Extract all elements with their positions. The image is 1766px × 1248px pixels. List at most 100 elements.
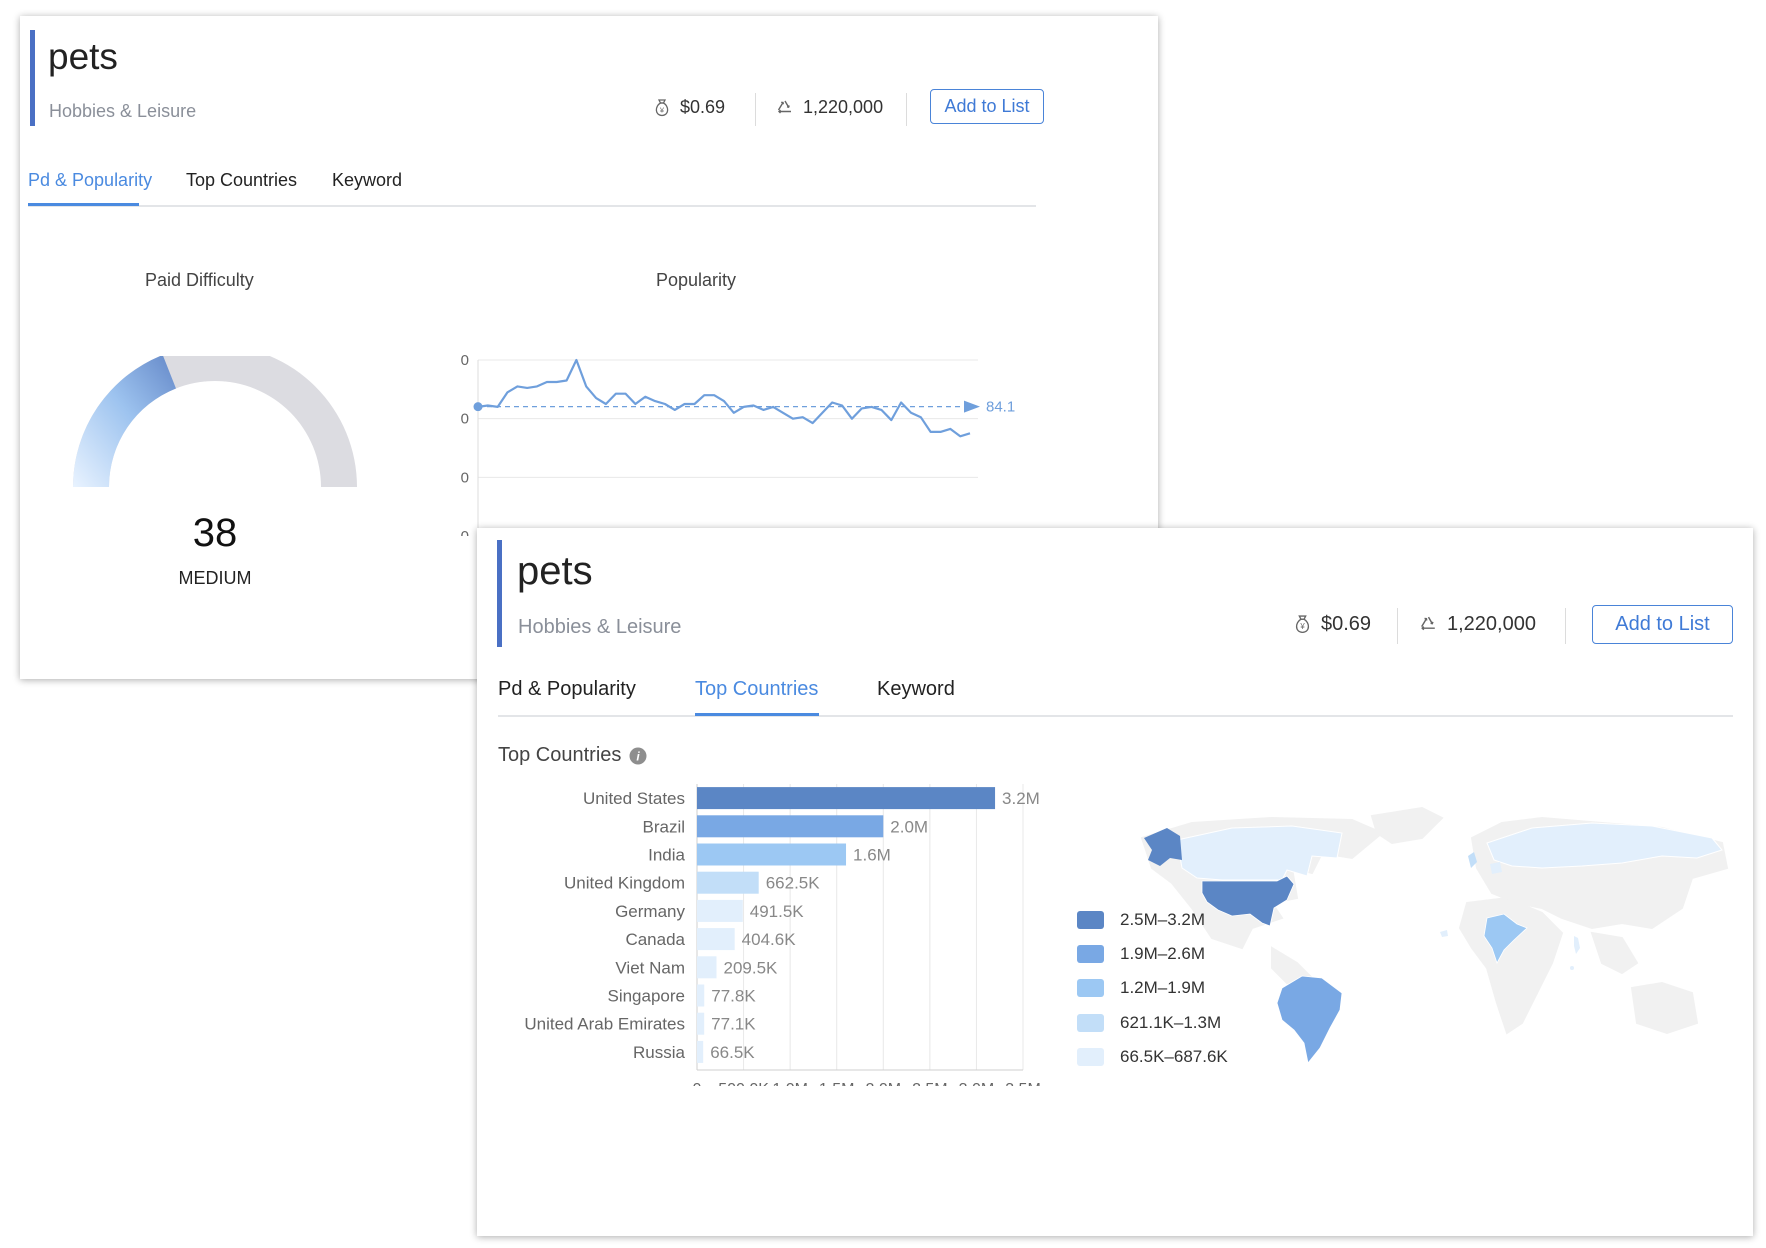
category-label: Viet Nam <box>615 958 685 977</box>
x-tick-label: 1.0M <box>772 1081 808 1086</box>
bar-value-label: 77.8K <box>711 987 756 1006</box>
bar-value-label: 491.5K <box>750 902 805 921</box>
map-landmass <box>1630 981 1699 1035</box>
bar <box>697 787 996 810</box>
bar-value-label: 2.0M <box>890 817 928 836</box>
title-accent-bar <box>497 540 502 647</box>
category-label: United Kingdom <box>564 874 685 893</box>
popularity-line-chart: 100 80 60 40 84.1 <box>460 352 1015 536</box>
volume-value: 1,220,000 <box>803 97 884 117</box>
category-label: Singapore <box>607 987 685 1006</box>
difficulty-level: MEDIUM <box>178 568 252 588</box>
bar <box>697 956 717 979</box>
map-country-brazil <box>1276 975 1343 1064</box>
bar <box>697 815 884 838</box>
tab-keyword[interactable]: Keyword <box>877 678 955 701</box>
keyword-card-top-countries: pets Hobbies & Leisure ¥ $0.69 1,220,000… <box>477 528 1753 1236</box>
map-legend: 2.5M–3.2M 1.9M–2.6M 1.2M–1.9M 621.1K–1.3M 66… <box>1077 903 1228 1074</box>
cpc-stat: ¥ $0.69 <box>1292 613 1371 636</box>
add-to-list-button[interactable]: Add to List <box>930 89 1044 124</box>
legend-label: 1.9M–2.6M <box>1120 944 1206 964</box>
legend-swatch <box>1077 945 1104 964</box>
bar <box>697 1012 705 1035</box>
volume-stat: 1,220,000 <box>1418 613 1536 636</box>
money-bag-icon: ¥ <box>1295 615 1310 634</box>
average-label: 84.1 <box>986 399 1015 416</box>
active-tab-indicator <box>28 203 139 206</box>
keyword-title: pets <box>517 549 593 593</box>
legend-item: 2.5M–3.2M <box>1077 903 1228 937</box>
active-tab-indicator <box>695 713 819 716</box>
legend-swatch <box>1077 979 1104 998</box>
volume-stat: 1,220,000 <box>775 97 883 118</box>
legend-label: 1.2M–1.9M <box>1120 978 1206 998</box>
tab-bar-divider <box>28 205 1036 207</box>
difficulty-score: 38 <box>192 511 238 555</box>
bar <box>697 899 743 922</box>
map-country-germany <box>1490 862 1502 874</box>
keyword-title: pets <box>48 36 118 77</box>
x-tick-label: 2.0M <box>865 1081 901 1086</box>
svg-text:¥: ¥ <box>1300 622 1305 631</box>
y-tick-label: 40 <box>460 528 469 536</box>
map-country-united-arab-emirates <box>1440 930 1448 937</box>
tab-pd-popularity[interactable]: Pd & Popularity <box>498 678 636 701</box>
stat-divider <box>1397 608 1398 644</box>
legend-item: 1.2M–1.9M <box>1077 971 1228 1005</box>
info-icon[interactable]: i <box>629 747 647 765</box>
map-landmass <box>1370 806 1444 845</box>
bar-value-label: 1.6M <box>853 846 891 865</box>
legend-item: 66.5K–687.6K <box>1077 1040 1228 1074</box>
y-tick-label: 80 <box>460 411 469 428</box>
volume-value: 1,220,000 <box>1447 613 1536 635</box>
x-tick-label: 3.5M <box>1005 1081 1041 1086</box>
tab-top-countries[interactable]: Top Countries <box>186 170 297 191</box>
legend-swatch <box>1077 911 1104 930</box>
top-countries-bar-chart: 0 500.0K1.0M 1.5M 2.0M 2.5M 3.0M 3.5M United St… <box>524 784 1041 1086</box>
keyword-category: Hobbies & Leisure <box>49 101 197 121</box>
x-tick-label: 0 <box>693 1081 702 1086</box>
tab-pd-popularity[interactable]: Pd & Popularity <box>28 170 152 191</box>
x-tick-label: 500.0K <box>718 1081 769 1086</box>
stat-divider <box>1565 608 1566 644</box>
y-tick-label: 100 <box>460 352 469 369</box>
popularity-line <box>477 358 971 438</box>
category-label: Germany <box>615 902 685 921</box>
bar-value-label: 662.5K <box>766 874 821 893</box>
category-label: Russia <box>633 1043 686 1062</box>
category-label: Brazil <box>642 817 685 836</box>
category-label: United Arab Emirates <box>524 1015 685 1034</box>
legend-label: 2.5M–3.2M <box>1120 910 1206 930</box>
stat-divider <box>906 93 907 126</box>
recycle-icon <box>777 100 791 113</box>
x-tick-label: 2.5M <box>912 1081 948 1086</box>
map-landmass <box>1458 896 1564 1035</box>
tab-keyword[interactable]: Keyword <box>332 170 402 191</box>
bar-value-label: 77.1K <box>711 1015 756 1034</box>
legend-item: 621.1K–1.3M <box>1077 1006 1228 1040</box>
title-accent-bar <box>30 30 35 126</box>
map-country-viet-nam <box>1574 936 1580 954</box>
bar <box>697 984 705 1007</box>
y-tick-label: 60 <box>460 469 469 486</box>
tab-bar-divider <box>498 715 1733 717</box>
popularity-title: Popularity <box>656 270 737 290</box>
gauge-fill <box>73 356 176 487</box>
bar-value-label: 66.5K <box>710 1043 755 1062</box>
bar-value-label: 209.5K <box>724 958 779 977</box>
paid-difficulty-title: Paid Difficulty <box>145 270 254 290</box>
category-label: United States <box>583 789 685 808</box>
bar <box>697 928 735 951</box>
x-tick-label: 3.0M <box>959 1081 995 1086</box>
add-to-list-button[interactable]: Add to List <box>1592 605 1733 644</box>
bar-value-label: 404.6K <box>742 930 797 949</box>
keyword-category: Hobbies & Leisure <box>518 616 682 638</box>
cpc-value: $0.69 <box>1321 613 1372 635</box>
legend-label: 66.5K–687.6K <box>1120 1046 1228 1066</box>
x-tick-label: 1.5M <box>819 1081 855 1086</box>
cpc-value: $0.69 <box>680 97 726 117</box>
bar <box>697 1040 704 1063</box>
bar-value-label: 3.2M <box>1002 789 1040 808</box>
top-countries-title: Top Countries i <box>498 744 647 767</box>
tab-top-countries[interactable]: Top Countries <box>695 678 818 701</box>
